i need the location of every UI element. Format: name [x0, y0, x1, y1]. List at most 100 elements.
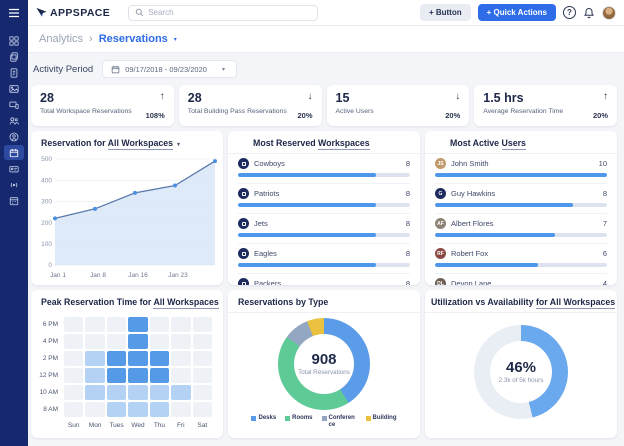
- svg-text:Jan 1: Jan 1: [50, 272, 66, 279]
- heatmap-cell: [64, 402, 83, 417]
- total-reservations-label: Total Reservations: [298, 369, 350, 376]
- list-item-value: 8: [406, 249, 410, 258]
- quick-actions-button[interactable]: + Quick Actions: [478, 4, 556, 21]
- sidebar-item-passes[interactable]: [4, 161, 24, 176]
- trend-down-icon: ↓: [308, 92, 313, 102]
- list-item-label: Guy Hawkins: [451, 189, 495, 198]
- sidebar-item-reservations[interactable]: [4, 145, 24, 160]
- card-title: Most Reserved: [253, 138, 318, 148]
- notifications-bell-icon[interactable]: [583, 7, 595, 19]
- list-item-value: 8: [406, 189, 410, 198]
- image-icon: [9, 84, 19, 94]
- list-item-label: Robert Fox: [451, 249, 488, 258]
- sidebar-item-devices[interactable]: [4, 97, 24, 112]
- workspace-selector[interactable]: All Workspaces: [153, 297, 218, 309]
- user-avatar[interactable]: [602, 6, 616, 20]
- search-icon: [135, 8, 144, 17]
- kpi-value: 15: [336, 91, 374, 105]
- kpi-delta: 20%: [297, 111, 312, 120]
- card-title: Utilization vs Availability: [431, 297, 536, 307]
- legend-label: Building: [373, 415, 397, 429]
- svg-text:0: 0: [48, 262, 52, 269]
- id-card-icon: [9, 164, 19, 174]
- heatmap-cell: [150, 351, 169, 366]
- heatmap-cell: [128, 351, 147, 366]
- breadcrumb-reservations[interactable]: Reservations: [99, 33, 168, 45]
- list-item-label: Patriots: [254, 189, 279, 198]
- list-item[interactable]: AFAlbert Flores7: [435, 214, 607, 244]
- kpi-delta: 108%: [146, 111, 165, 120]
- sidebar-item-dashboard[interactable]: [4, 33, 24, 48]
- list-item[interactable]: Jets8: [238, 214, 410, 244]
- sidebar-item-account[interactable]: [4, 129, 24, 144]
- broadcast-icon: [9, 180, 19, 190]
- dashboard-icon: [9, 36, 19, 46]
- breadcrumb-dropdown-icon[interactable]: ▾: [174, 36, 177, 43]
- list-item[interactable]: DLDevon Lane4: [435, 274, 607, 285]
- list-item[interactable]: Cowboys8: [238, 154, 410, 184]
- heatmap-cell: [85, 402, 104, 417]
- content-area: Activity Period 09/17/2018 - 09/23/2020 …: [28, 53, 624, 446]
- progress-bar: [435, 263, 607, 267]
- legend-label: Desks: [258, 415, 276, 429]
- svg-text:Jan 16: Jan 16: [128, 272, 148, 279]
- heatmap-cell: [171, 351, 190, 366]
- svg-text:Jan 23: Jan 23: [168, 272, 188, 279]
- reservations-trend-card: Reservation for All Workspaces▾ 01002003…: [31, 131, 223, 285]
- sidebar-item-users[interactable]: [4, 113, 24, 128]
- sidebar-item-media[interactable]: [4, 81, 24, 96]
- calendar-icon: [9, 148, 19, 158]
- heatmap-cell: [107, 351, 126, 366]
- heatmap-cell: [64, 368, 83, 383]
- search-input[interactable]: Search: [128, 5, 318, 21]
- date-dropdown-icon: ▾: [222, 66, 225, 73]
- kpi-delta: 20%: [445, 111, 460, 120]
- breadcrumb-analytics[interactable]: Analytics: [39, 33, 83, 45]
- heatmap-axis-corner: [35, 418, 63, 435]
- list-item[interactable]: Packers8: [238, 274, 410, 285]
- sidebar-item-cast[interactable]: [4, 177, 24, 192]
- list-item[interactable]: Patriots 8: [238, 184, 410, 214]
- list-item[interactable]: GGuy Hawkins8: [435, 184, 607, 214]
- most-reserved-workspaces-card: Most Reserved Workspaces Cowboys8Patriot…: [228, 131, 420, 285]
- workspace-selector[interactable]: for All Workspaces: [536, 297, 615, 309]
- heatmap-col-label: Mon: [84, 418, 105, 432]
- logo-text: APPSPACE: [50, 7, 110, 19]
- list-item-label: Packers: [254, 279, 281, 285]
- activity-period-label: Activity Period: [33, 64, 93, 75]
- heatmap-row-label: 8 AM: [35, 401, 63, 418]
- menu-toggle[interactable]: [0, 0, 28, 26]
- sidebar-item-content[interactable]: [4, 65, 24, 80]
- workspace-selector[interactable]: All Workspaces: [108, 138, 173, 150]
- help-icon[interactable]: ?: [563, 6, 576, 19]
- svg-text:400: 400: [41, 177, 52, 184]
- list-item-value: 8: [406, 219, 410, 228]
- sidebar-item-library[interactable]: [4, 49, 24, 64]
- list-item[interactable]: RFRobert Fox6: [435, 244, 607, 274]
- list-item[interactable]: Eagles8: [238, 244, 410, 274]
- date-range-picker[interactable]: 09/17/2018 - 09/23/2020 ▾: [102, 60, 237, 78]
- date-range-value: 09/17/2018 - 09/23/2020: [125, 65, 207, 74]
- user-list: JSJohn Smith10GGuy Hawkins8AFAlbert Flor…: [425, 154, 617, 285]
- chevron-down-icon[interactable]: ▾: [177, 142, 180, 148]
- progress-bar: [435, 203, 607, 207]
- workspace-list: Cowboys8Patriots8Jets8Eagles8Packers8: [228, 154, 420, 285]
- list-item[interactable]: JSJohn Smith10: [435, 154, 607, 184]
- heatmap-row-label: 10 AM: [35, 384, 63, 401]
- heatmap-cell: [107, 402, 126, 417]
- search-placeholder: Search: [148, 8, 173, 17]
- calendar-alt-icon: [9, 196, 19, 206]
- card-title-selector[interactable]: Workspaces: [318, 138, 370, 150]
- heatmap-cell: [128, 368, 147, 383]
- legend-item: Desks: [251, 415, 276, 429]
- card-title: Peak Reservation Time for: [41, 297, 153, 307]
- reservations-line-chart: 0100200300400500Jan 1Jan 8Jan 16Jan 23: [31, 153, 223, 281]
- sidebar-item-schedule[interactable]: [4, 193, 24, 208]
- card-title-selector[interactable]: Users: [502, 138, 526, 150]
- add-button[interactable]: + Button: [420, 4, 471, 21]
- heatmap-cell: [64, 334, 83, 349]
- legend-label: Conference: [329, 415, 357, 429]
- heatmap-cell: [171, 317, 190, 332]
- list-item-value: 8: [406, 159, 410, 168]
- heatmap-cell: [150, 385, 169, 400]
